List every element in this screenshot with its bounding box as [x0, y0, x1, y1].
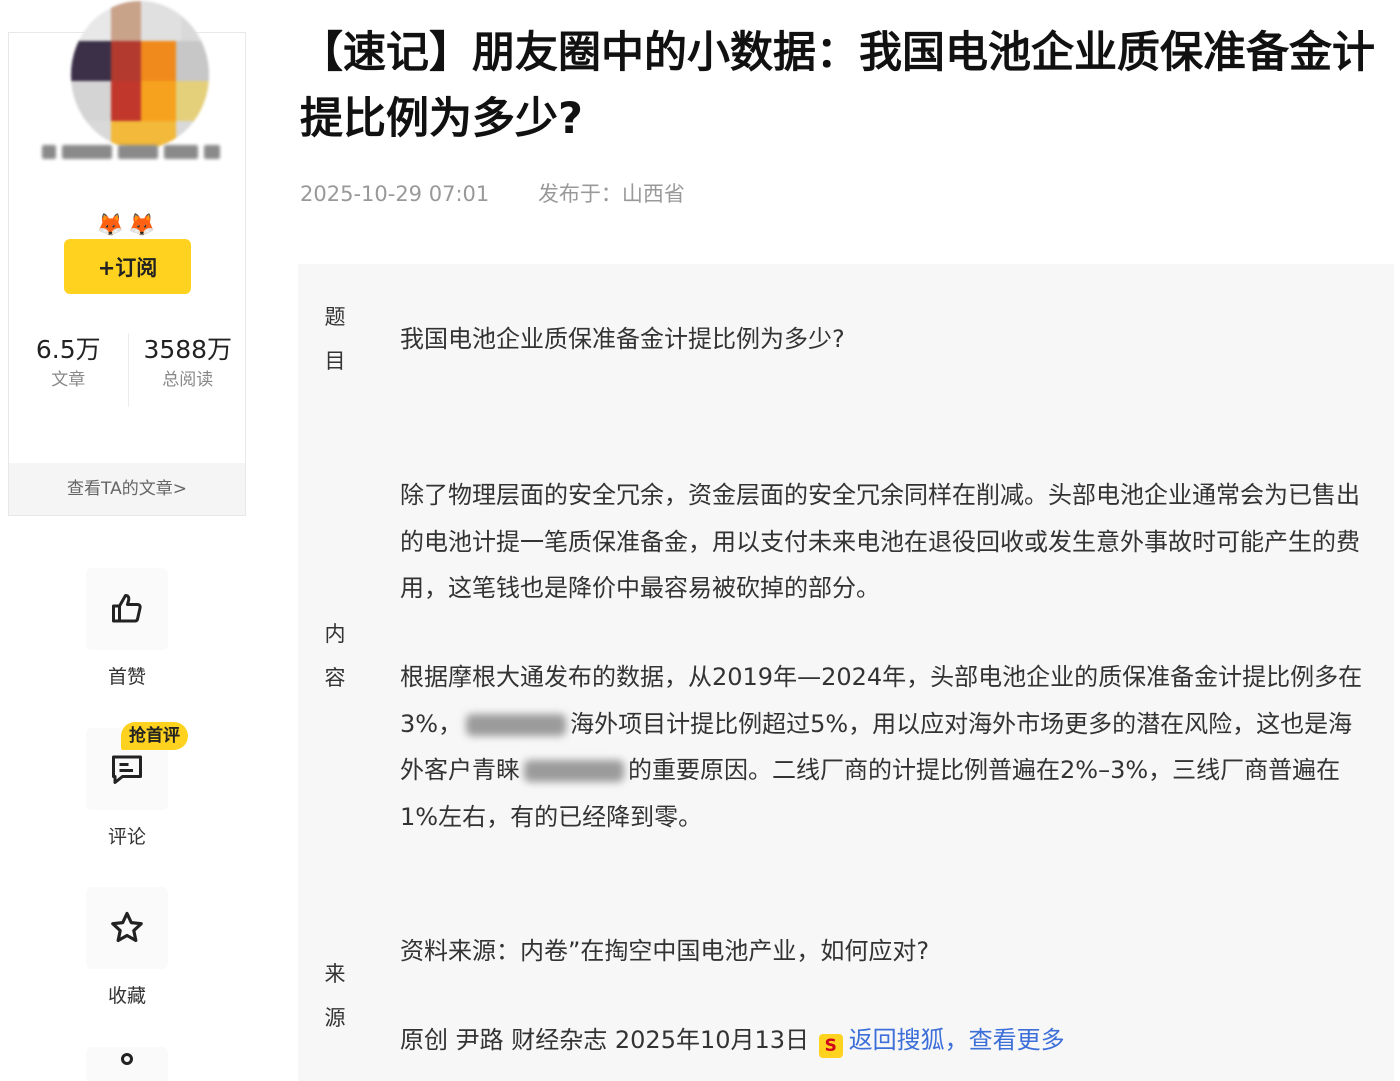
content-paragraph-1: 除了物理层面的安全冗余，资金层面的安全冗余同样在削减。头部电池企业通常会为已售出…	[400, 481, 1360, 602]
comment-action: 抢首评 评论	[86, 722, 188, 849]
author-card: 🦊🦊 +订阅 6.5万 文章 3588万 总阅读 查看TA的文章>	[8, 1, 247, 516]
article-content-panel: 题 目 我国电池企业质保准备金计提比例为多少? 内 容 除了物理层面的安全冗余，…	[298, 264, 1394, 1081]
author-stats: 6.5万 文章 3588万 总阅读	[9, 333, 247, 407]
redacted-text	[466, 713, 567, 736]
stat-articles: 6.5万 文章	[9, 333, 128, 407]
label-content-char-1: 内	[324, 622, 346, 646]
label-source: 来 源	[322, 952, 348, 1040]
author-name[interactable]	[31, 139, 231, 165]
label-content: 内 容	[322, 612, 348, 700]
share-action	[86, 1047, 168, 1081]
publish-location: 发布于：山西省	[537, 182, 685, 206]
star-icon	[111, 911, 143, 943]
publish-date: 2025-10-29 07:01	[300, 182, 490, 206]
first-comment-badge[interactable]: 抢首评	[121, 722, 188, 750]
credit-text: 原创 尹路 财经杂志 2025年10月13日	[400, 1026, 810, 1054]
label-topic: 题 目	[322, 295, 348, 383]
stat-reads-value: 3588万	[143, 335, 233, 364]
source-line: 资料来源：内卷”在掏空中国电池产业，如何应对?	[400, 937, 930, 965]
author-badges: 🦊🦊	[96, 213, 160, 238]
stat-articles-label: 文章	[51, 370, 86, 390]
share-icon	[121, 1053, 133, 1065]
like-action: 首赞	[86, 568, 168, 689]
favorite-action: 收藏	[86, 887, 168, 1008]
subscribe-button[interactable]: +订阅	[64, 239, 191, 294]
content-paragraph-2: 根据摩根大通发布的数据，从2019年—2024年，头部电池企业的质保准备金计提比…	[400, 654, 1366, 840]
question-text: 我国电池企业质保准备金计提比例为多少?	[400, 325, 845, 353]
label-source-char-1: 来	[324, 962, 346, 986]
author-avatar[interactable]	[71, 1, 209, 149]
comment-label: 评论	[107, 826, 146, 848]
sohu-logo-icon: S	[818, 1034, 843, 1058]
article-title: 【速记】朋友圈中的小数据：我国电池企业质保准备金计提比例为多少?	[300, 28, 1375, 144]
favorite-button[interactable]	[86, 887, 168, 969]
label-topic-char-1: 题	[324, 305, 346, 329]
view-articles-link[interactable]: 查看TA的文章>	[9, 463, 245, 515]
back-to-sohu-link[interactable]: 返回搜狐，查看更多	[849, 1026, 1065, 1054]
label-source-char-2: 源	[324, 1006, 346, 1030]
label-content-char-2: 容	[324, 666, 346, 690]
comment-icon	[112, 755, 142, 784]
like-button[interactable]	[86, 568, 168, 650]
comment-button[interactable]: 抢首评	[86, 722, 188, 810]
article-meta: 2025-10-29 07:01 发布于：山西省	[300, 178, 685, 208]
stat-total-reads: 3588万 总阅读	[127, 333, 248, 407]
redacted-text	[524, 760, 624, 782]
favorite-label: 收藏	[107, 985, 146, 1007]
thumbs-up-icon	[112, 594, 142, 623]
stat-reads-label: 总阅读	[162, 370, 214, 390]
like-label: 首赞	[107, 666, 146, 688]
credit-line: 原创 尹路 财经杂志 2025年10月13日 S 返回搜狐，查看更多	[400, 1017, 1366, 1064]
label-topic-char-2: 目	[324, 349, 346, 373]
share-button[interactable]	[86, 1047, 168, 1081]
stat-articles-value: 6.5万	[35, 335, 101, 364]
